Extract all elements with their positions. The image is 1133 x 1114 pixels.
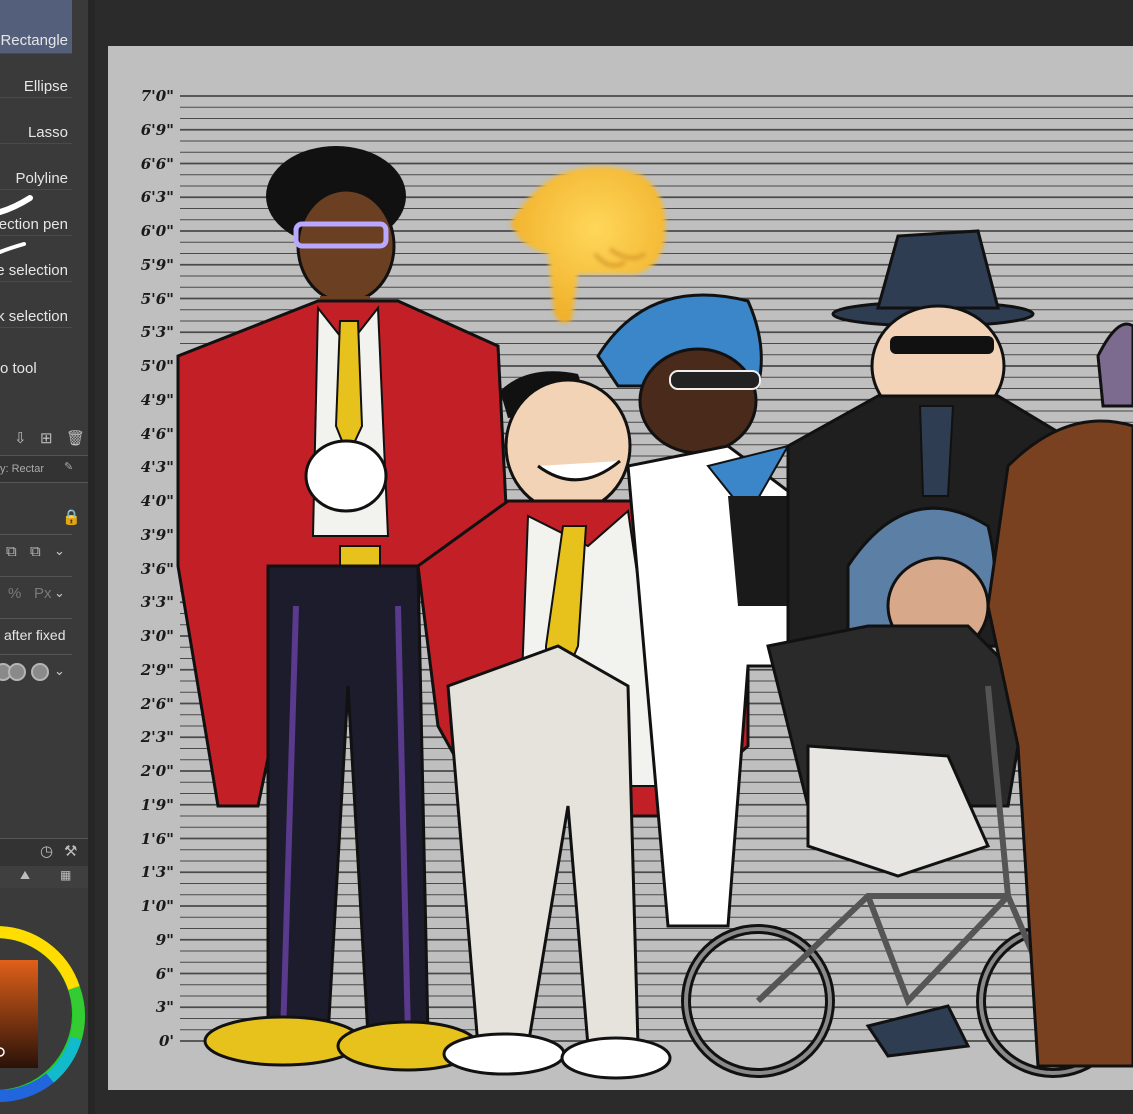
eraser-stroke-icon (0, 242, 26, 254)
corner-style-row[interactable]: ⌄ (0, 654, 72, 689)
percent-icon: % (8, 585, 22, 602)
color-wheel-area (0, 888, 88, 1114)
tool-polyline[interactable]: Polyline (0, 146, 72, 190)
brush-stroke-icon (0, 195, 33, 215)
corner-option-icon (8, 663, 26, 681)
pen-icon[interactable]: ✎ (64, 462, 73, 473)
tool-quick-mask-selection[interactable]: k selection (0, 284, 72, 328)
tool-label: o tool (0, 360, 37, 377)
drawing-canvas[interactable]: 7'0" 6'9" 6'6" 6'3" 6'0" 5'9" 5'6" 5'3" 5'0" 4'9"… (108, 46, 1133, 1090)
color-wheel[interactable] (0, 888, 88, 1114)
tool-panel: Rectangle Ellipse Lasso Polyline ection … (0, 0, 88, 1114)
tool-selection-pen[interactable]: ection pen (0, 192, 72, 236)
chevron-down-icon[interactable]: ⌄ (54, 543, 65, 559)
tool-label: e selection (0, 262, 68, 279)
mountain-icon[interactable]: ⛰ (20, 869, 30, 881)
tool-auto-select[interactable]: o tool (0, 330, 72, 386)
palette-icon[interactable]: ▦ (60, 869, 71, 881)
chevron-down-icon[interactable]: ⌄ (54, 663, 65, 679)
tool-rectangle[interactable]: Rectangle (0, 6, 72, 54)
trash-icon[interactable]: 🗑 (66, 431, 85, 446)
corner-option-icon (31, 663, 49, 681)
panel-divider[interactable] (88, 0, 95, 1114)
px-icon: Px (34, 585, 52, 602)
tool-ellipse[interactable]: Ellipse (0, 54, 72, 98)
tool-lasso[interactable]: Lasso (0, 100, 72, 144)
tool-label: Polyline (15, 170, 68, 187)
after-fixed-row[interactable]: after fixed (0, 618, 72, 653)
tool-label: Ellipse (23, 78, 68, 95)
color-tabs: ▏ ⛰ ▦ (0, 866, 88, 889)
tool-property-title: y: Rectar (0, 463, 45, 475)
panel-separator: ◷ ⚒ (0, 838, 88, 867)
wrench-icon[interactable]: ⚒ (64, 844, 77, 859)
color-square[interactable] (0, 960, 38, 1068)
download-icon[interactable]: ⇩ (14, 431, 27, 446)
tool-label: Lasso (27, 124, 68, 141)
tool-label: ection pen (0, 216, 68, 233)
tab-icon[interactable]: ▏ (0, 869, 7, 881)
selection-mode-icon: ⧉ (6, 543, 17, 560)
lock-icon[interactable]: 🔒 (62, 510, 81, 525)
after-fixed-label: after fixed (4, 627, 66, 643)
tool-erase-selection[interactable]: e selection (0, 238, 72, 282)
aspect-row[interactable]: % Px ⌄ (0, 576, 72, 611)
selection-mode-icon: ⧉ (30, 543, 41, 560)
tool-property-header: y: Rectar ✎ (0, 455, 88, 483)
add-subtool-icon[interactable]: ⊞ (40, 431, 53, 446)
selection-mode-row[interactable]: ⧉ ⧉ ⌄ (0, 534, 72, 569)
tool-label: k selection (0, 308, 68, 325)
clock-icon[interactable]: ◷ (40, 844, 53, 859)
pointing-down-hand-icon (510, 166, 666, 323)
tool-label: Rectangle (0, 32, 68, 49)
chevron-down-icon[interactable]: ⌄ (54, 585, 65, 601)
